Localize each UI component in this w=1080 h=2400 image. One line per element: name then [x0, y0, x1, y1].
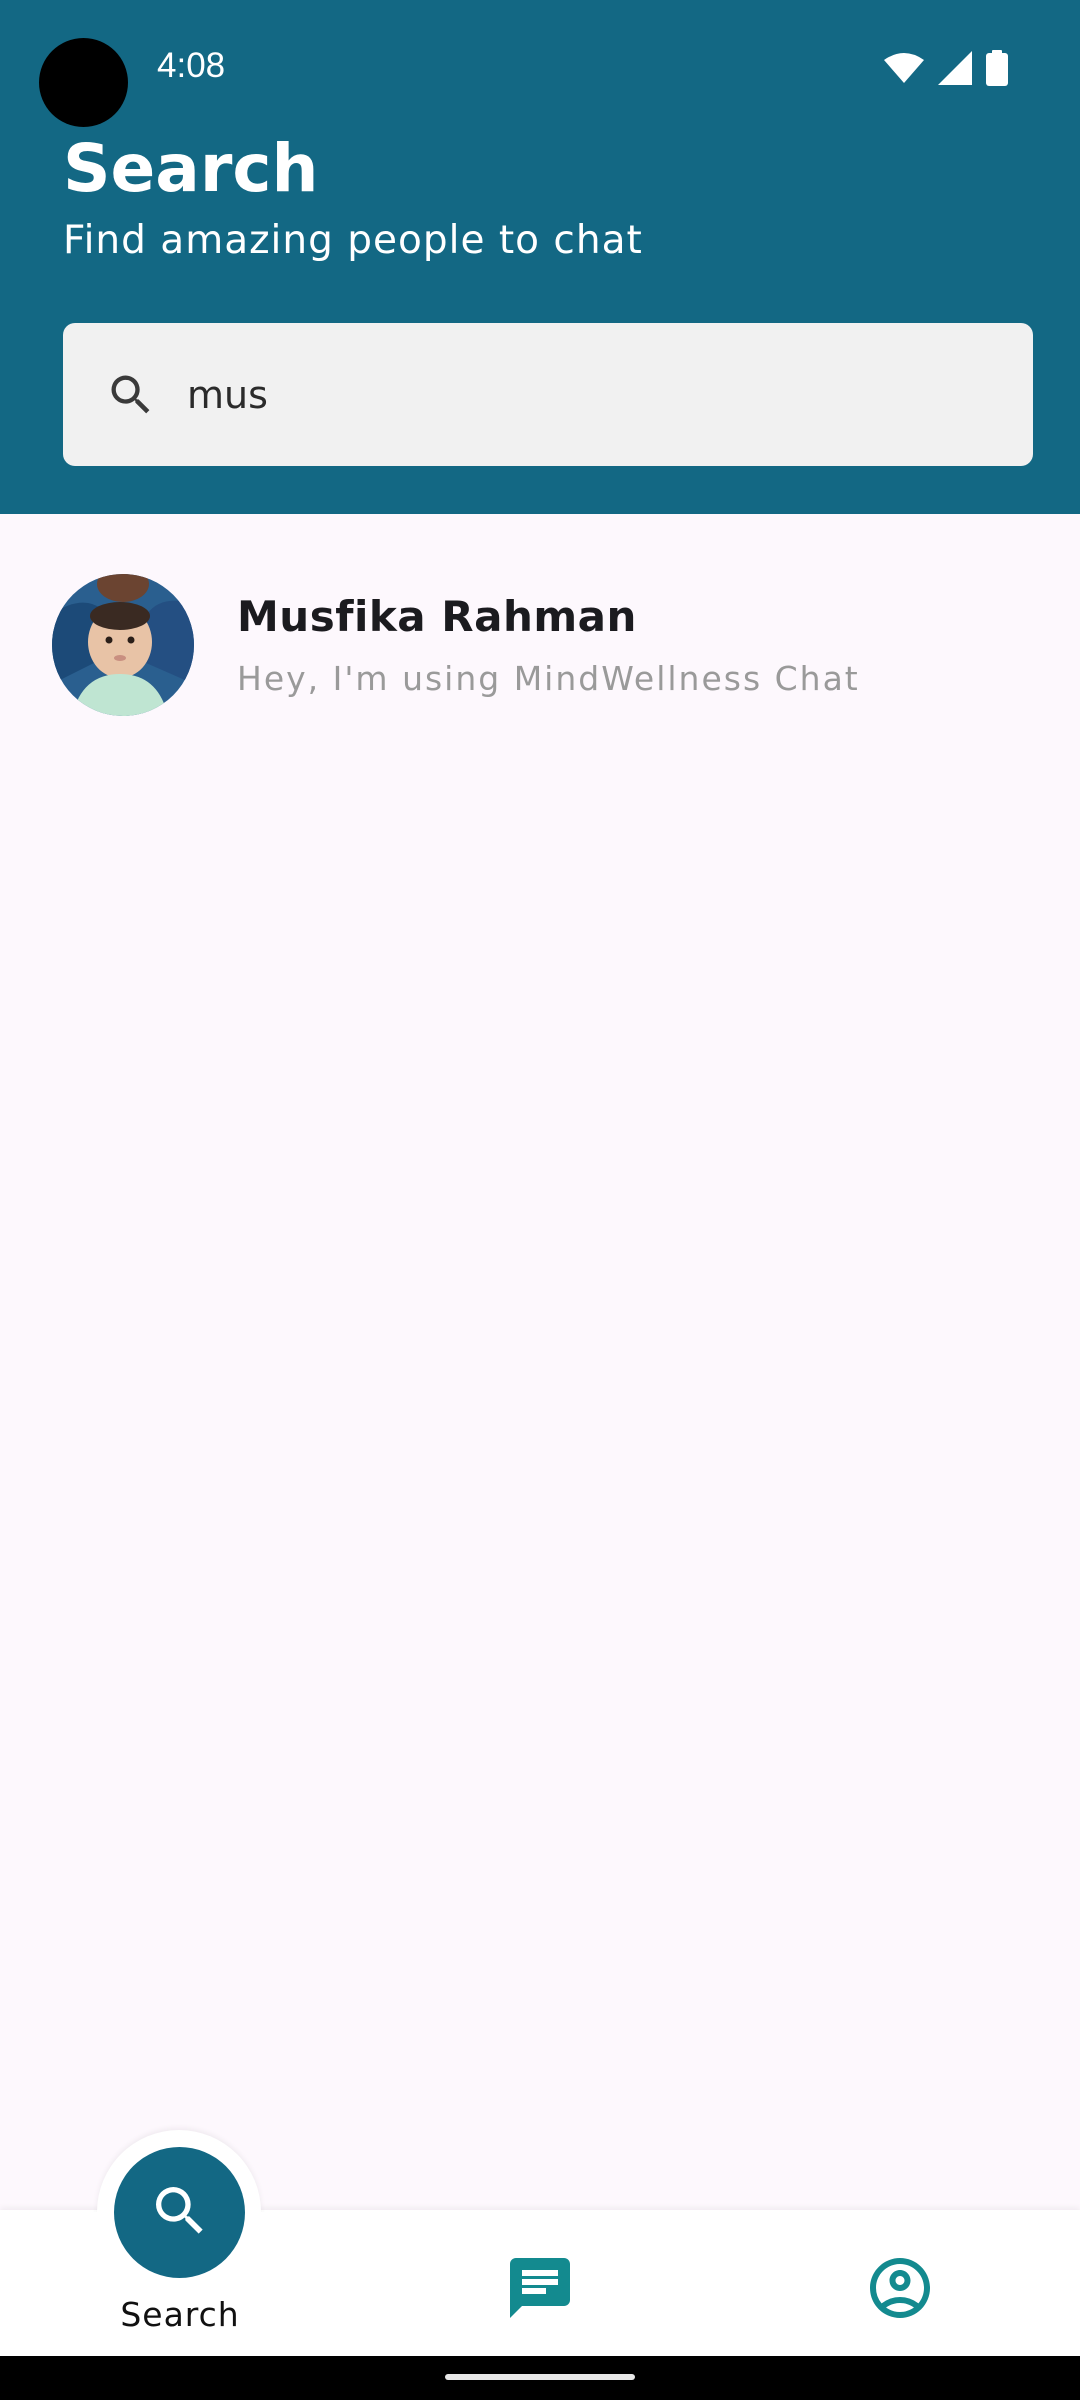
nav-search-label[interactable]: Search	[0, 2295, 360, 2334]
nav-chats-button[interactable]	[500, 2250, 580, 2330]
search-input[interactable]	[187, 354, 967, 435]
camera-cutout	[39, 38, 128, 127]
result-text: Musfika Rahman Hey, I'm using MindWellne…	[237, 592, 860, 698]
signal-icon	[938, 51, 972, 89]
app-header: 4:08 Search Find amazing people to chat	[0, 0, 1080, 514]
search-result-item[interactable]: Musfika Rahman Hey, I'm using MindWellne…	[0, 560, 1080, 730]
status-icons	[884, 50, 1008, 90]
result-status: Hey, I'm using MindWellness Chat	[237, 659, 860, 698]
system-nav-bar	[0, 2356, 1080, 2400]
nav-search-button[interactable]	[114, 2147, 245, 2278]
wifi-icon	[884, 52, 924, 88]
avatar	[52, 574, 194, 716]
page-subtitle: Find amazing people to chat	[63, 218, 643, 263]
chat-icon	[504, 2252, 576, 2328]
status-time: 4:08	[157, 46, 226, 85]
search-field[interactable]	[63, 323, 1033, 466]
battery-icon	[986, 50, 1008, 90]
search-icon	[99, 363, 163, 427]
nav-profile-button[interactable]	[860, 2250, 940, 2330]
result-name: Musfika Rahman	[237, 592, 637, 641]
home-gesture-handle[interactable]	[445, 2374, 635, 2380]
account-circle-icon	[864, 2252, 936, 2328]
page-title: Search	[63, 130, 319, 207]
search-icon	[148, 2179, 212, 2247]
